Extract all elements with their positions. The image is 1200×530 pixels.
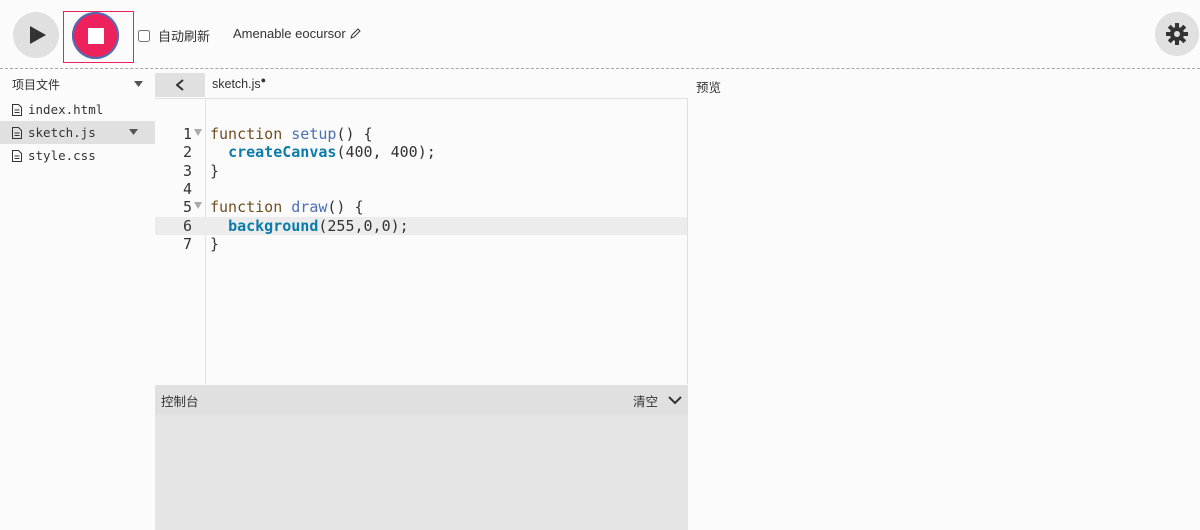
file-name: index.html	[28, 102, 104, 117]
file-icon	[12, 126, 22, 139]
file-name: sketch.js	[28, 125, 96, 140]
console-header: 控制台 清空	[155, 385, 688, 415]
editor-tab[interactable]: sketch.js●	[212, 75, 267, 91]
sidebar-header: 项目文件	[0, 70, 155, 98]
unsaved-indicator: ●	[260, 75, 267, 85]
editor-tab-filename: sketch.js	[212, 77, 261, 91]
editor-header: sketch.js●	[155, 70, 688, 98]
code-line[interactable]: 1 function setup() {	[155, 125, 687, 143]
file-item-index-html[interactable]: index.html	[0, 98, 155, 121]
code-text: function draw() {	[210, 198, 364, 217]
code-line[interactable]: 3}	[155, 162, 687, 180]
code-line[interactable]: 2 createCanvas(400, 400);	[155, 143, 687, 161]
file-item-sketch-js[interactable]: sketch.js	[0, 121, 155, 144]
file-name: style.css	[28, 148, 96, 163]
file-icon	[12, 103, 22, 116]
project-name[interactable]: Amenable eocursor	[233, 26, 361, 41]
code-text: function setup() {	[210, 125, 373, 143]
line-number: 2	[182, 143, 192, 162]
file-sidebar: 项目文件 index.html sketch.js style.css	[0, 70, 155, 530]
settings-button[interactable]	[1155, 12, 1199, 56]
preview-title: 预览	[696, 81, 722, 95]
chevron-left-icon	[176, 79, 184, 91]
line-number: 6	[182, 216, 192, 235]
collapse-sidebar-button[interactable]	[155, 73, 205, 97]
console-controls: 清空	[633, 391, 682, 410]
stop-icon	[87, 27, 104, 44]
line-number: 1	[182, 125, 192, 143]
fold-arrow-icon[interactable]	[194, 129, 202, 137]
autorefresh-checkbox[interactable]	[138, 29, 150, 42]
line-number: 7	[182, 234, 192, 253]
console-clear-button[interactable]: 清空	[633, 391, 658, 410]
line-number: 5	[182, 198, 192, 217]
file-icon	[12, 149, 22, 162]
autorefresh-label: 自动刷新	[158, 29, 211, 44]
gear-icon	[1166, 23, 1188, 45]
pencil-icon[interactable]	[349, 28, 361, 39]
stop-button[interactable]	[72, 12, 119, 59]
code-text: }	[210, 234, 220, 253]
sidebar-title: 项目文件	[12, 77, 61, 92]
chevron-down-icon[interactable]	[668, 395, 682, 405]
console-output[interactable]	[155, 415, 688, 530]
file-options-chevron-icon[interactable]	[129, 129, 138, 135]
code-line[interactable]: 7}	[155, 235, 687, 253]
line-number: 4	[182, 179, 192, 198]
toolbar: 自动刷新 Amenable eocursor	[0, 0, 1200, 69]
code-text: createCanvas(400, 400);	[228, 143, 436, 162]
project-name-text: Amenable eocursor	[233, 26, 346, 41]
fold-arrow-icon[interactable]	[194, 202, 202, 210]
code-text: }	[210, 161, 220, 180]
code-editor[interactable]: 1 function setup() {2 createCanvas(400, 4…	[155, 98, 688, 384]
console-title: 控制台	[161, 394, 199, 409]
file-item-style-css[interactable]: style.css	[0, 144, 155, 167]
play-icon	[30, 26, 46, 44]
code-line[interactable]: 4	[155, 180, 687, 198]
chevron-down-icon[interactable]	[134, 81, 143, 87]
line-number: 3	[182, 161, 192, 180]
play-button[interactable]	[13, 12, 59, 58]
code-line[interactable]: 6 background(255,0,0);	[155, 216, 687, 235]
autorefresh-toggle[interactable]: 自动刷新	[138, 26, 210, 45]
code-line[interactable]: 5 function draw() {	[155, 198, 687, 216]
code-text: background(255,0,0);	[228, 216, 409, 235]
